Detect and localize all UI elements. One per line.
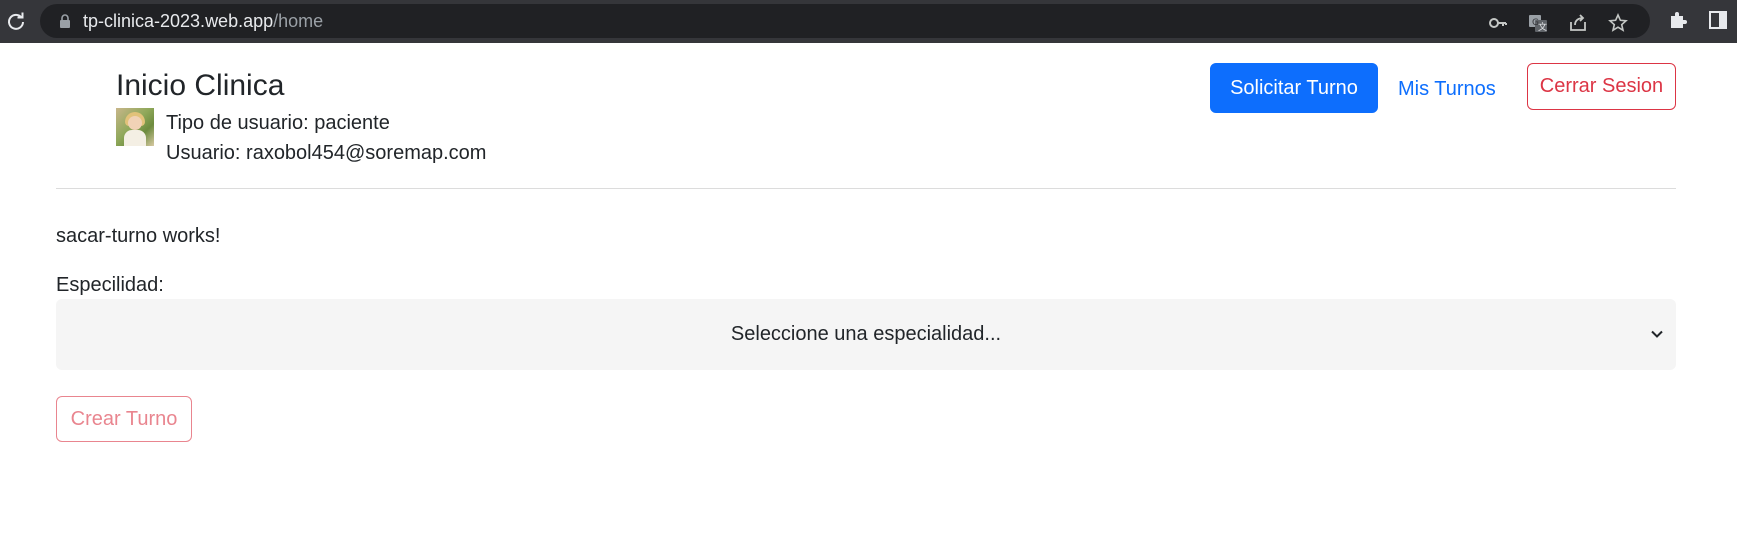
reload-icon[interactable] [4, 9, 28, 33]
key-icon[interactable] [1487, 12, 1509, 34]
translate-icon[interactable]: G 文 [1527, 12, 1549, 34]
component-status-text: sacar-turno works! [56, 225, 221, 247]
especialidad-selected-value: Seleccione una especialidad... [730, 323, 1002, 345]
address-bar[interactable]: tp-clinica-2023.web.app/home G 文 [40, 4, 1650, 38]
url-host: tp-clinica-2023.web.app [83, 11, 274, 31]
solicitar-turno-button[interactable]: Solicitar Turno [1210, 63, 1378, 113]
user-email-text: Usuario: raxobol454@soremap.com [166, 142, 487, 164]
user-type-text: Tipo de usuario: paciente [166, 112, 390, 134]
header-divider [56, 188, 1676, 189]
url-text[interactable]: tp-clinica-2023.web.app/home [83, 11, 323, 31]
sidepanel-icon[interactable] [1706, 8, 1730, 32]
avatar-face [128, 116, 142, 130]
avatar [116, 108, 154, 146]
page-title: Inicio Clinica [116, 69, 285, 102]
extensions-icon[interactable] [1666, 8, 1690, 32]
star-icon[interactable] [1607, 12, 1629, 34]
url-path: /home [273, 11, 324, 31]
especialidad-select[interactable]: Seleccione una especialidad... [56, 299, 1676, 370]
share-icon[interactable] [1567, 12, 1589, 34]
mis-turnos-link[interactable]: Mis Turnos [1398, 77, 1496, 101]
svg-text:文: 文 [1538, 21, 1547, 33]
especialidad-label: Especilidad: [56, 274, 164, 296]
crear-turno-button[interactable]: Crear Turno [56, 396, 192, 442]
cerrar-sesion-button[interactable]: Cerrar Sesion [1527, 63, 1676, 110]
chevron-down-icon [1648, 325, 1666, 343]
browser-toolbar: tp-clinica-2023.web.app/home G 文 [0, 0, 1737, 43]
avatar-body [124, 130, 146, 146]
lock-icon[interactable] [58, 14, 72, 28]
